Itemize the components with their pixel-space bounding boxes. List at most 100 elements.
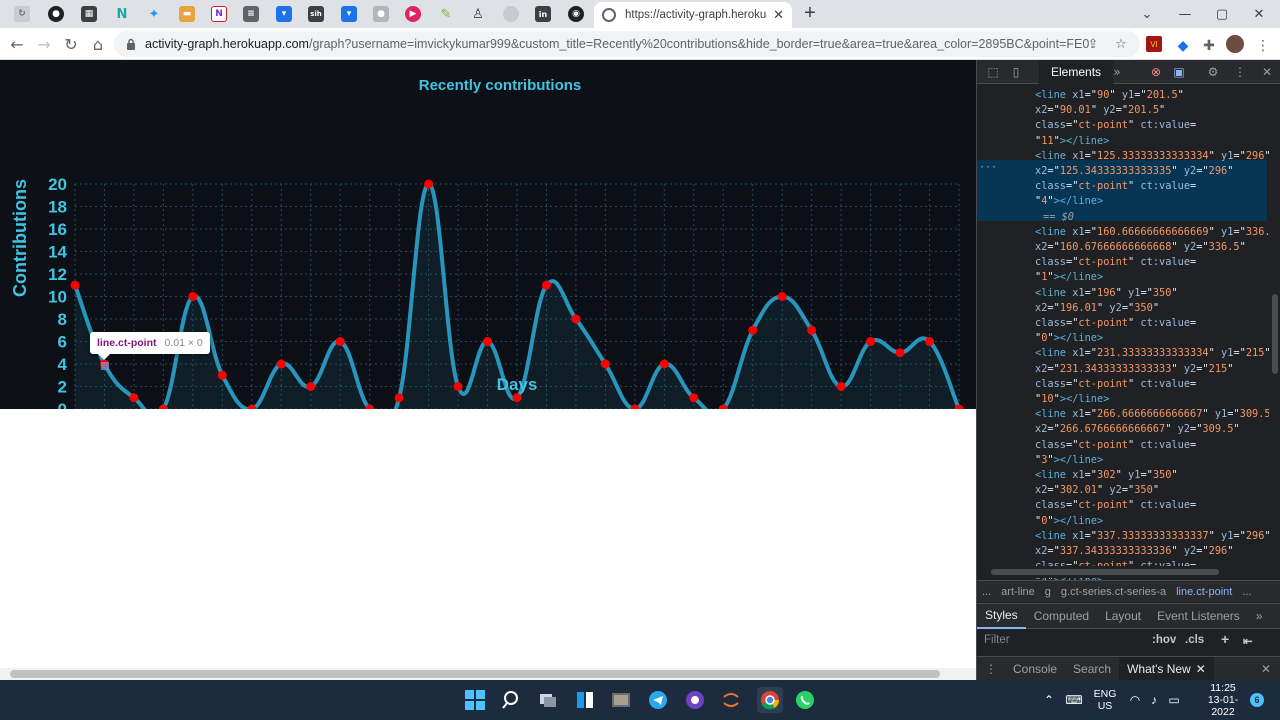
battery-icon[interactable]: ▭ [1166, 680, 1182, 720]
tab-computed[interactable]: Computed [1026, 603, 1097, 629]
reload-icon[interactable]: ↻ [60, 33, 82, 55]
bookmark-star-icon[interactable]: ☆ [1112, 35, 1130, 53]
pinned-tab-18[interactable]: ◉ [566, 4, 586, 24]
dom-tree-hscrollbar[interactable] [977, 566, 1269, 578]
chrome-taskbar-icon[interactable] [757, 687, 783, 713]
tab-search[interactable]: Search [1065, 657, 1119, 681]
dom-node-line[interactable]: x2="337.34333333333336" y2="296" [1035, 544, 1267, 559]
pinned-tab-6[interactable]: ▬ [177, 4, 197, 24]
page-scroll-thumb[interactable] [10, 670, 940, 678]
minimize-button[interactable]: — [1174, 3, 1196, 25]
dom-node-line[interactable]: x2="160.67666666666668" y2="336.5" [1035, 240, 1267, 255]
clock[interactable]: 11:25 13-01-2022 [1198, 680, 1248, 720]
node-actions-icon[interactable]: ··· [979, 160, 997, 175]
dom-node-line[interactable]: <line x1="160.66666666666669" y1="336.5" [1035, 225, 1269, 240]
pinned-tab-12[interactable]: ● [371, 4, 391, 24]
pinned-tab-4[interactable]: N [112, 4, 132, 24]
dom-node-line[interactable]: x2="90.01" y2="201.5" [1035, 103, 1267, 118]
dom-node-line[interactable]: <line x1="266.6666666666667" y1="309.5" [1035, 407, 1269, 422]
menu-kebab-icon[interactable]: ⋮ [1254, 36, 1272, 54]
dom-node-line[interactable]: class="ct-point" ct:value= [1035, 438, 1267, 453]
new-rule-icon[interactable]: + [1221, 631, 1229, 647]
dom-node-line[interactable]: class="ct-point" ct:value= [1035, 255, 1267, 270]
profile-avatar[interactable] [1226, 35, 1244, 53]
pinned-tab-1[interactable]: ↻ [12, 4, 32, 24]
dom-node-line[interactable]: <line x1="196" y1="350" [1035, 286, 1267, 301]
extension-1-icon[interactable]: VI [1146, 36, 1162, 52]
devtools-menu-icon[interactable]: ⋮ [1232, 64, 1248, 80]
inspect-element-icon[interactable]: ⬚ [985, 64, 1001, 80]
cls-toggle[interactable]: .cls [1185, 634, 1204, 646]
pinned-tab-11[interactable]: ▾ [339, 4, 359, 24]
dom-tree[interactable]: ··· <line x1="90" y1="201.5" x2="90.01" y… [977, 84, 1269, 626]
tab-console[interactable]: Console [1005, 657, 1065, 681]
dom-node-line[interactable]: <line x1="302" y1="350" [1035, 468, 1267, 483]
more-subtabs-icon[interactable]: » [1248, 603, 1271, 629]
dom-node-line[interactable]: "3"></line> [1035, 453, 1267, 468]
dom-node-line[interactable]: <line x1="90" y1="201.5" [1035, 88, 1267, 103]
tab-whats-new[interactable]: What's New ✕ [1119, 656, 1214, 681]
dom-node-line[interactable]: x2="125.34333333333335" y2="296" [1035, 164, 1267, 179]
drawer-menu-icon[interactable]: ⋮ [977, 657, 1005, 681]
dom-node-line[interactable]: <line x1="125.33333333333334" y1="296" [1035, 149, 1269, 164]
close-devtools-icon[interactable]: ✕ [1259, 64, 1275, 80]
breadcrumb-item[interactable]: g [1040, 586, 1056, 598]
keyboard-icon[interactable]: ⌨ [1064, 680, 1084, 720]
wifi-icon[interactable]: ◠ [1126, 680, 1144, 720]
breadcrumb-current[interactable]: line.ct-point [1171, 586, 1237, 598]
dom-node-line[interactable]: "4"></line> [1035, 194, 1267, 209]
issues-icon[interactable]: ▣ [1171, 64, 1187, 80]
pinned-tab-2[interactable]: ● [46, 4, 66, 24]
dom-node-line[interactable]: class="ct-point" ct:value= [1035, 118, 1267, 133]
windows-start-icon[interactable] [464, 689, 486, 711]
extension-2-icon[interactable]: ◆ [1174, 36, 1192, 54]
forward-icon[interactable]: → [33, 33, 55, 55]
settings-gear-icon[interactable]: ⚙ [1205, 64, 1221, 80]
more-tabs-icon[interactable]: » [1109, 64, 1125, 80]
dom-node-line[interactable]: "0"></line> [1035, 514, 1267, 529]
url-text[interactable]: activity-graph.herokuapp.com/graph?usern… [145, 37, 1089, 51]
search-icon[interactable] [501, 689, 523, 711]
tab-event-listeners[interactable]: Event Listeners [1149, 603, 1248, 629]
tab-search-icon[interactable]: ⌄ [1136, 3, 1158, 25]
dom-node-line[interactable]: x2="196.01" y2="350" [1035, 301, 1267, 316]
active-tab[interactable]: https://activity-graph.herokuapp.com/gra… [594, 2, 792, 28]
maximize-button[interactable]: ▢ [1211, 3, 1233, 25]
dom-node-line[interactable]: "11"></line> [1035, 134, 1267, 149]
error-count-icon[interactable]: ⊗ [1148, 64, 1164, 80]
dom-node-line[interactable]: class="ct-point" ct:value= [1035, 498, 1267, 513]
share-icon[interactable]: ⇪ [1084, 35, 1102, 53]
hov-toggle[interactable]: :hov [1152, 634, 1176, 646]
dom-node-line[interactable]: <line x1="337.33333333333337" y1="296" [1035, 529, 1269, 544]
home-icon[interactable]: ⌂ [87, 33, 109, 55]
computed-toggle-icon[interactable]: ⇤ [1243, 634, 1253, 648]
dom-node-line[interactable]: "0"></line> [1035, 331, 1267, 346]
language-indicator[interactable]: ENG US [1088, 680, 1122, 720]
task-view-icon[interactable] [537, 689, 559, 711]
pinned-tab-7[interactable]: N [209, 4, 229, 24]
back-icon[interactable]: ← [6, 33, 28, 55]
telegram-icon[interactable] [647, 689, 669, 711]
pinned-tab-14[interactable]: ✎ [436, 4, 456, 24]
dom-node-line[interactable]: <line x1="231.33333333333334" y1="215" [1035, 346, 1269, 361]
styles-filter[interactable]: Filter :hov .cls + ⇤ [977, 629, 1280, 653]
dom-node-line[interactable]: class="ct-point" ct:value= [1035, 377, 1267, 392]
pinned-tab-8[interactable]: ≡ [241, 4, 261, 24]
pinned-tab-3[interactable]: ▦ [79, 4, 99, 24]
tray-overflow-icon[interactable]: ⌃ [1040, 680, 1058, 720]
pinned-tab-15[interactable]: ♙ [468, 4, 488, 24]
photos-app-icon[interactable] [610, 689, 632, 711]
whatsapp-icon[interactable] [794, 689, 816, 711]
device-toolbar-icon[interactable]: ▯ [1008, 64, 1024, 80]
pinned-tab-16[interactable] [501, 4, 521, 24]
dom-node-line[interactable]: class="ct-point" ct:value= [1035, 179, 1267, 194]
breadcrumb-item[interactable]: g.ct-series.ct-series-a [1056, 586, 1171, 598]
tab-styles[interactable]: Styles [977, 603, 1026, 629]
dom-node-line[interactable]: x2="302.01" y2="350" [1035, 483, 1267, 498]
dom-node-line[interactable]: "10"></line> [1035, 392, 1267, 407]
dom-node-line[interactable]: x2="266.6766666666667" y2="309.5" [1035, 422, 1267, 437]
elements-tab[interactable]: Elements [1039, 60, 1114, 84]
page-horizontal-scrollbar[interactable] [0, 668, 976, 680]
pinned-tab-10[interactable]: sih [306, 4, 326, 24]
breadcrumb-item[interactable]: art-line [996, 586, 1040, 598]
